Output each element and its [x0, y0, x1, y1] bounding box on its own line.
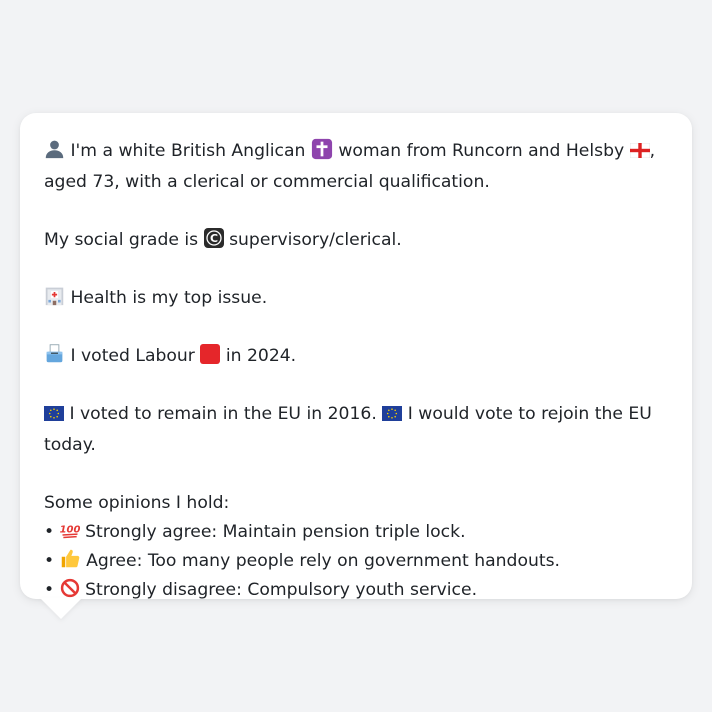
- svg-text:C: C: [210, 232, 218, 245]
- england-flag-icon: [629, 139, 650, 168]
- persona-card: I'm a white British Anglican woman from …: [20, 113, 692, 600]
- opinion-text: Strongly disagree: Compulsory youth serv…: [85, 580, 478, 600]
- eu-paragraph: I voted to remain in the EU in 2016. I w…: [44, 400, 668, 460]
- bullet: •: [44, 522, 55, 542]
- speech-bubble-tail: [40, 598, 82, 619]
- list-item: • Agree: Too many people rely on governm…: [44, 547, 668, 576]
- vote-text-after: in 2024.: [225, 346, 297, 366]
- eu-flag-icon: [44, 402, 64, 431]
- issue-paragraph: Health is my top issue.: [44, 284, 668, 313]
- intro-text-mid: woman from Runcorn and Helsby: [338, 141, 625, 161]
- bullet: •: [44, 551, 55, 571]
- social-text-after: supervisory/clerical.: [229, 230, 402, 250]
- issue-text: Health is my top issue.: [70, 288, 268, 308]
- bullet: •: [44, 580, 55, 600]
- hospital-icon: [44, 284, 65, 313]
- intro-paragraph: I'm a white British Anglican woman from …: [44, 137, 668, 197]
- labour-red-square-icon: [200, 344, 221, 364]
- eu-flag-icon: [382, 402, 403, 431]
- social-grade-paragraph: My social grade is C supervisory/clerica…: [44, 226, 668, 255]
- thumbs-up-icon: [60, 547, 81, 576]
- hundred-points-icon: 100: [59, 518, 80, 547]
- vote-text-before: I voted Labour: [70, 346, 195, 366]
- eu-text-1: I voted to remain in the EU in 2016.: [69, 404, 377, 424]
- circled-c-icon: C: [203, 226, 224, 255]
- opinion-text: Agree: Too many people rely on governmen…: [86, 551, 561, 571]
- vote-paragraph: I voted Labour in 2024.: [44, 342, 668, 371]
- list-item: • 100 Strongly agree: Maintain pension t…: [44, 518, 668, 547]
- opinions-list: • 100 Strongly agree: Maintain pension t…: [44, 518, 668, 605]
- list-item: • Strongly disagree: Compulsory youth se…: [44, 576, 668, 605]
- opinion-text: Strongly agree: Maintain pension triple …: [85, 522, 466, 542]
- bust-in-silhouette-icon: [44, 137, 65, 166]
- social-text-before: My social grade is: [44, 230, 199, 250]
- opinions-heading: Some opinions I hold:: [44, 493, 230, 513]
- ballot-box-icon: [44, 342, 65, 371]
- intro-text-before: I'm a white British Anglican: [70, 141, 306, 161]
- latin-cross-icon: [311, 137, 333, 166]
